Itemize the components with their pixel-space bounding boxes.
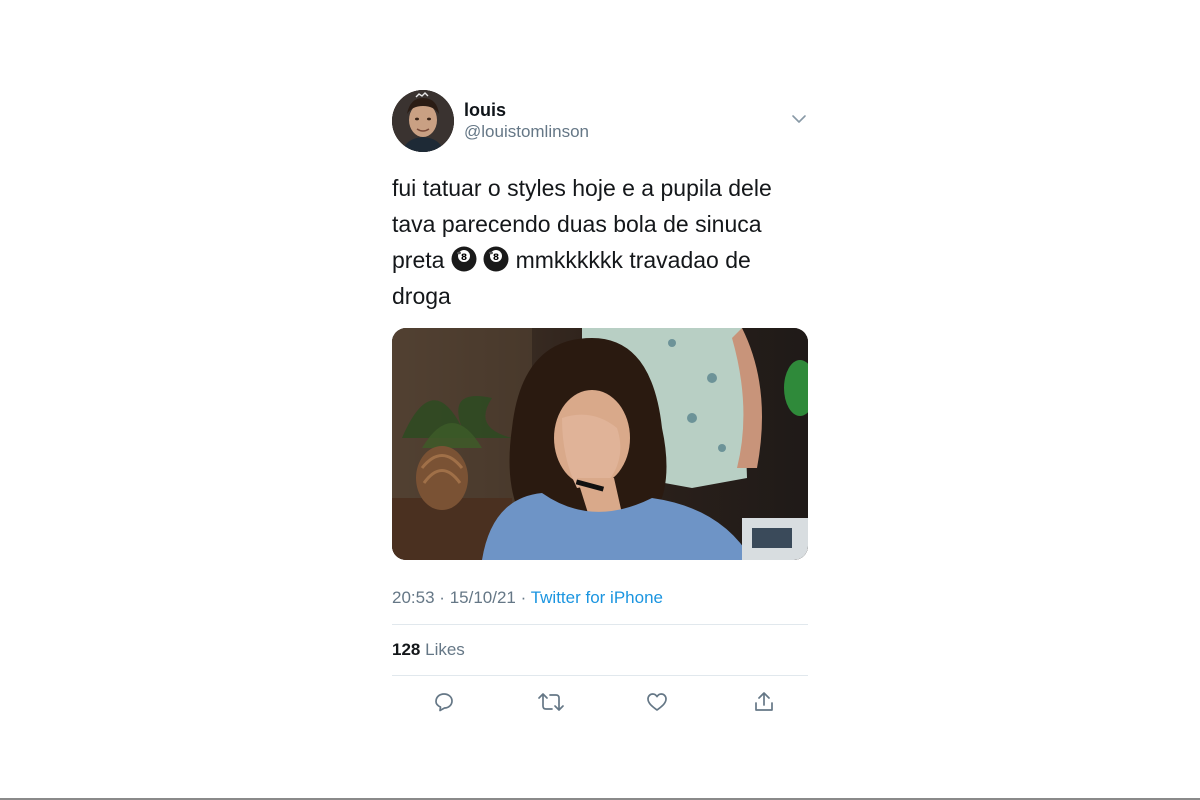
page: louis @louistomlinson fui tatuar o style… — [0, 0, 1200, 800]
likes-count: 128 — [392, 640, 421, 659]
tweet-text-line: tava parecendo duas bola de sinuca — [392, 211, 762, 237]
tweet-meta: 20:53 · 15/10/21 · Twitter for iPhone — [392, 586, 808, 610]
share-icon[interactable] — [750, 688, 778, 716]
tweet-text-line: preta 8 8 mmkkkkkk travadao de — [392, 242, 812, 278]
tweet-text-segment: preta — [392, 247, 445, 273]
tweet-source-link[interactable]: Twitter for iPhone — [531, 588, 663, 607]
tweet-text: fui tatuar o styles hoje e a pupila dele… — [392, 170, 812, 314]
display-name[interactable]: louis — [464, 99, 589, 121]
tweet-actions — [392, 688, 808, 716]
tweet-time: 20:53 — [392, 588, 435, 607]
meta-separator: · — [520, 588, 527, 607]
likes-row[interactable]: 128 Likes — [392, 625, 808, 675]
avatar-image — [392, 90, 454, 152]
heart-icon[interactable] — [643, 688, 671, 716]
meta-separator: · — [439, 588, 445, 607]
tweet-text-segment: mmkkkkkk travadao de — [515, 247, 751, 273]
avatar[interactable] — [392, 90, 454, 152]
svg-text:8: 8 — [493, 253, 499, 263]
divider — [392, 675, 808, 676]
retweet-icon[interactable] — [537, 688, 565, 716]
tweet-card: louis @louistomlinson fui tatuar o style… — [392, 90, 808, 716]
tweet-header: louis @louistomlinson — [392, 90, 808, 152]
8-ball-emoji: 8 — [451, 246, 477, 272]
tweet-date: 15/10/21 — [449, 588, 516, 607]
tweet-media-image[interactable] — [392, 328, 808, 560]
tweet-text-line: fui tatuar o styles hoje e a pupila dele — [392, 175, 772, 201]
tweet-text-line: droga — [392, 283, 451, 309]
handle[interactable]: @louistomlinson — [464, 121, 589, 143]
svg-text:8: 8 — [461, 253, 467, 263]
reply-icon[interactable] — [430, 688, 458, 716]
likes-label: Likes — [425, 640, 465, 659]
8-ball-emoji: 8 — [483, 246, 509, 272]
author-names: louis @louistomlinson — [464, 90, 589, 143]
chevron-down-icon[interactable] — [790, 112, 808, 126]
